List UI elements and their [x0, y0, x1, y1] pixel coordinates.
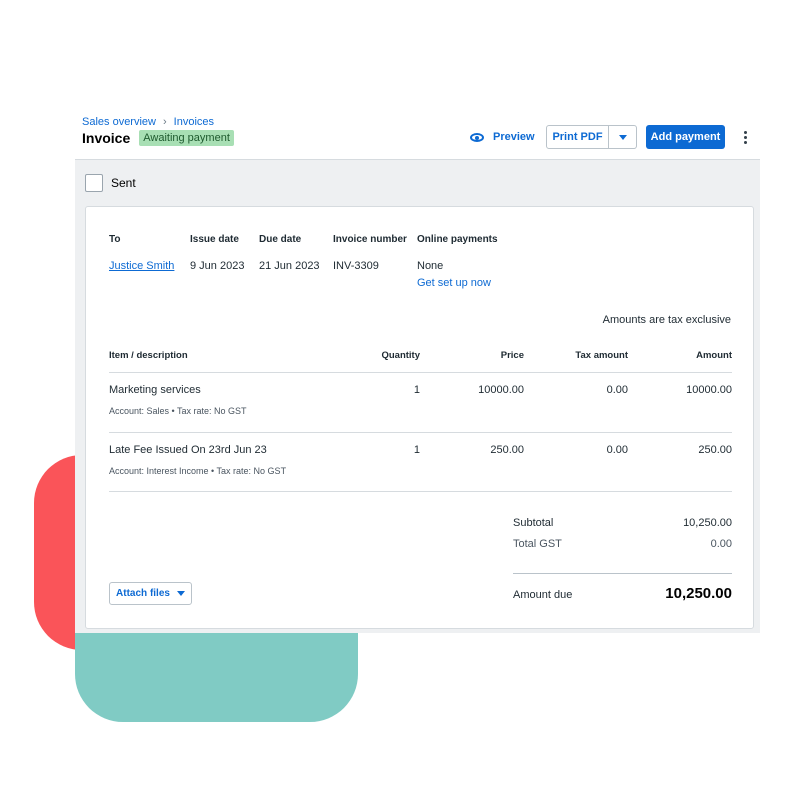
sent-checkbox[interactable]	[85, 174, 103, 192]
column-header-quantity: Quantity	[381, 350, 420, 361]
due-date-value: 21 Jun 2023	[259, 260, 320, 272]
more-vertical-icon-dot	[743, 140, 747, 144]
due-date-field: Due date 21 Jun 2023	[259, 234, 320, 272]
contact-link[interactable]: Justice Smith	[109, 260, 174, 272]
column-header-amount: Amount	[696, 350, 732, 361]
column-header-tax-amount: Tax amount	[575, 350, 628, 361]
sent-label: Sent	[111, 176, 136, 190]
issue-date-value: 9 Jun 2023	[190, 260, 245, 272]
page-title: Invoice	[82, 130, 131, 146]
decorative-teal-shape	[75, 632, 358, 722]
due-date-label: Due date	[259, 234, 302, 245]
print-pdf-button[interactable]: Print PDF	[547, 126, 609, 148]
print-pdf-group: Print PDF	[546, 125, 637, 149]
row-tax: 0.00	[606, 444, 628, 456]
row-detail: Account: Sales • Tax rate: No GST	[109, 406, 247, 416]
online-payments-value: None	[417, 260, 444, 272]
more-vertical-icon-dot	[743, 135, 747, 139]
subtotal-label: Subtotal	[513, 517, 554, 529]
preview-button[interactable]: Preview	[470, 128, 535, 146]
row-price: 250.00	[490, 444, 524, 456]
row-item: Late Fee Issued On 23rd Jun 23	[109, 444, 267, 456]
divider	[109, 432, 732, 433]
table-row: Late Fee Issued On 23rd Jun 23 1 250.00 …	[109, 444, 732, 484]
divider	[513, 573, 732, 574]
caret-down-icon	[618, 134, 627, 140]
row-amount: 10000.00	[686, 384, 732, 396]
tax-note: Amounts are tax exclusive	[602, 314, 731, 326]
row-tax: 0.00	[606, 384, 628, 396]
caret-down-icon	[176, 591, 185, 596]
breadcrumb-sales-overview[interactable]: Sales overview	[82, 116, 156, 128]
total-gst-label: Total GST	[513, 538, 562, 550]
row-detail: Account: Interest Income • Tax rate: No …	[109, 466, 287, 476]
invoice-number-label: Invoice number	[333, 234, 407, 245]
invoice-number-value: INV-3309	[333, 260, 379, 272]
row-item: Marketing services	[109, 384, 201, 396]
eye-icon	[470, 132, 484, 142]
column-header-price: Price	[500, 350, 524, 361]
more-options-button[interactable]	[739, 129, 751, 145]
column-header-item: Item / description	[109, 350, 188, 361]
attach-files-label: Attach files	[116, 588, 170, 599]
row-quantity: 1	[413, 444, 420, 456]
get-set-up-link[interactable]: Get set up now	[417, 277, 498, 289]
status-badge: Awaiting payment	[139, 130, 234, 146]
to-label: To	[109, 234, 121, 245]
amount-due-value: 10,250.00	[665, 585, 732, 602]
breadcrumb-invoices[interactable]: Invoices	[174, 116, 214, 128]
online-payments-field: Online payments None Get set up now	[417, 234, 498, 289]
more-vertical-icon	[743, 130, 747, 134]
online-payments-label: Online payments	[417, 234, 498, 245]
breadcrumb: Sales overview › Invoices	[82, 116, 214, 128]
row-amount: 250.00	[698, 444, 732, 456]
issue-date-label: Issue date	[190, 234, 239, 245]
divider	[109, 372, 732, 373]
subtotal-value: 10,250.00	[683, 517, 732, 529]
table-header: Item / description Quantity Price Tax am…	[109, 350, 732, 362]
table-row: Marketing services 1 10000.00 0.00 10000…	[109, 384, 732, 424]
row-price: 10000.00	[478, 384, 524, 396]
invoice-card: To Justice Smith Issue date 9 Jun 2023 D…	[85, 206, 754, 629]
invoice-number-field: Invoice number INV-3309	[333, 234, 407, 272]
attach-files-button[interactable]: Attach files	[109, 582, 192, 605]
invoice-panel: Sent To Justice Smith Issue date 9 Jun 2…	[75, 159, 760, 633]
divider	[109, 491, 732, 492]
title-row: Invoice Awaiting payment	[82, 130, 234, 146]
row-quantity: 1	[413, 384, 420, 396]
to-field: To Justice Smith	[109, 234, 174, 272]
print-options-dropdown[interactable]	[609, 126, 636, 148]
sent-row: Sent	[85, 174, 136, 192]
preview-label: Preview	[493, 131, 535, 143]
issue-date-field: Issue date 9 Jun 2023	[190, 234, 244, 272]
invoice-window: Sales overview › Invoices Invoice Awaiti…	[75, 105, 760, 633]
amount-due-label: Amount due	[513, 589, 573, 601]
chevron-right-icon: ›	[162, 116, 167, 128]
add-payment-button[interactable]: Add payment	[646, 125, 725, 149]
total-gst-value: 0.00	[710, 538, 732, 550]
